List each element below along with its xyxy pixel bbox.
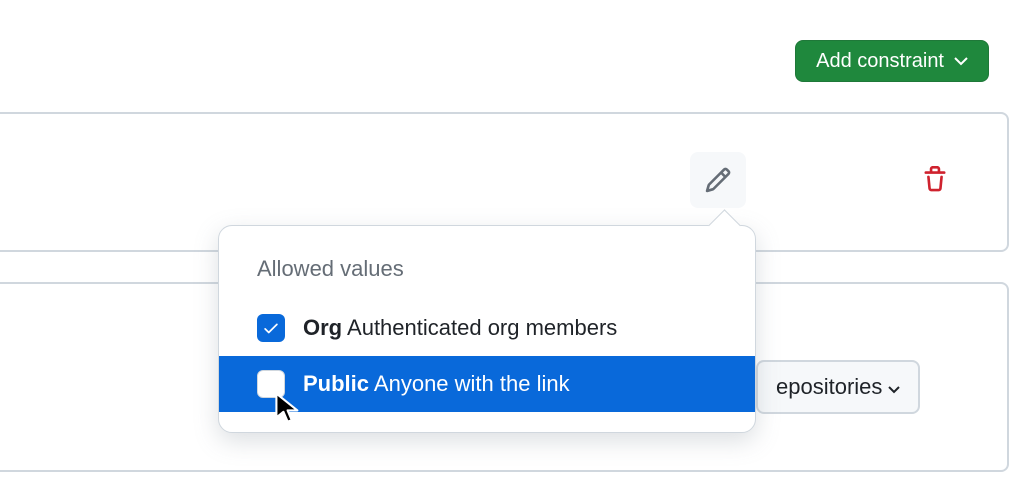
option-org[interactable]: Org Authenticated org members [219,300,755,356]
checkbox-checked-icon [257,314,285,342]
option-label: Org Authenticated org members [303,315,617,341]
repositories-select-label: epositories [776,374,882,400]
option-title: Public [303,371,369,396]
delete-button[interactable] [907,152,963,208]
option-label: Public Anyone with the link [303,371,570,397]
option-title: Org [303,315,342,340]
checkbox-unchecked-icon [257,370,285,398]
pencil-icon [704,166,732,194]
allowed-values-popover: Allowed values Org Authenticated org mem… [218,225,756,433]
option-public[interactable]: Public Anyone with the link [219,356,755,412]
option-description: Anyone with the link [374,371,570,396]
caret-down-icon [888,374,900,400]
caret-down-icon [954,56,968,66]
popover-header: Allowed values [219,256,755,300]
add-constraint-label: Add constraint [816,51,944,71]
edit-button[interactable] [690,152,746,208]
option-description: Authenticated org members [347,315,617,340]
repositories-select[interactable]: epositories [756,360,920,414]
trash-icon [921,166,949,194]
add-constraint-button[interactable]: Add constraint [795,40,989,82]
